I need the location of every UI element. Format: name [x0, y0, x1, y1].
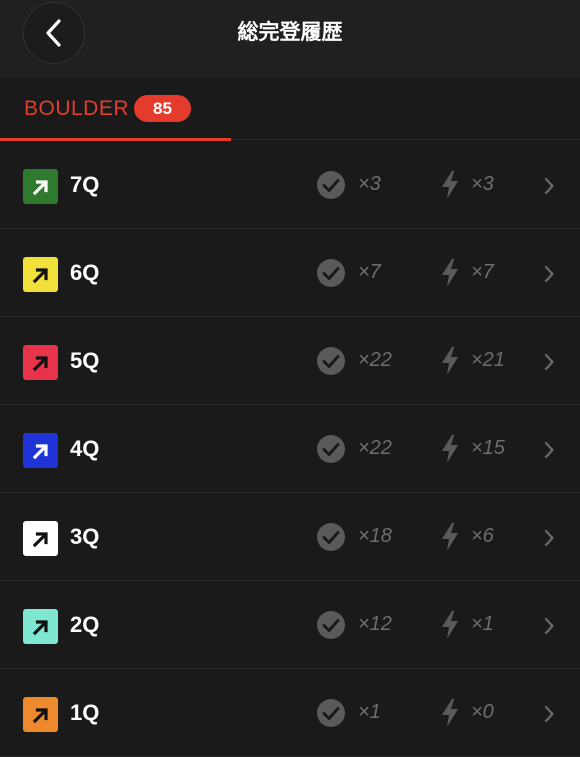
flash-count: ×15 [471, 437, 505, 459]
grade-row-3q[interactable]: 3Q ×18 ×6 [0, 493, 580, 581]
chevron-right-icon [544, 529, 554, 547]
grade-label: 5Q [70, 348, 100, 373]
send-count: ×18 [358, 525, 392, 547]
flash-count: ×21 [471, 349, 505, 371]
send-count: ×22 [358, 437, 392, 459]
arrow-up-right-icon [23, 433, 58, 468]
lightning-icon [442, 523, 458, 551]
tab-boulder[interactable]: BOULDER 85 [0, 78, 231, 141]
arrow-up-right-icon [23, 697, 58, 732]
grade-list: 7Q ×3 ×3 6Q ×7 ×7 5Q ×22 ×21 4Q ×22 ×15 … [0, 141, 580, 757]
chevron-right-icon [544, 705, 554, 723]
lightning-icon [442, 347, 458, 375]
chevron-right-icon [544, 265, 554, 283]
arrow-up-right-icon [23, 169, 58, 204]
grade-row-6q[interactable]: 6Q ×7 ×7 [0, 229, 580, 317]
page-title: 総完登履歴 [237, 20, 343, 44]
check-circle-icon [317, 171, 345, 199]
lightning-icon [442, 171, 458, 199]
tab-count-badge: 85 [134, 95, 191, 122]
send-count: ×12 [358, 613, 392, 635]
chevron-right-icon [544, 441, 554, 459]
tab-boulder-label: BOULDER [24, 97, 130, 120]
chevron-right-icon [544, 617, 554, 635]
check-circle-icon [317, 259, 345, 287]
check-circle-icon [317, 699, 345, 727]
grade-row-1q[interactable]: 1Q ×1 ×0 [0, 669, 580, 757]
check-circle-icon [317, 435, 345, 463]
lightning-icon [442, 611, 458, 639]
flash-count: ×1 [471, 613, 494, 635]
grade-label: 6Q [70, 260, 100, 285]
grade-label: 7Q [70, 172, 100, 197]
check-circle-icon [317, 347, 345, 375]
tab-bar: BOULDER 85 [0, 78, 580, 141]
send-count: ×1 [358, 701, 381, 723]
lightning-icon [442, 435, 458, 463]
arrow-up-right-icon [23, 609, 58, 644]
chevron-right-icon [544, 177, 554, 195]
top-bar: 総完登履歴 [0, 0, 580, 78]
grade-label: 2Q [70, 612, 100, 637]
flash-count: ×6 [471, 525, 494, 547]
chevron-right-icon [544, 353, 554, 371]
lightning-icon [442, 699, 458, 727]
grade-label: 4Q [70, 436, 100, 461]
arrow-up-right-icon [23, 521, 58, 556]
arrow-up-right-icon [23, 345, 58, 380]
grade-row-7q[interactable]: 7Q ×3 ×3 [0, 141, 580, 229]
grade-label: 3Q [70, 524, 100, 549]
send-count: ×22 [358, 349, 392, 371]
flash-count: ×0 [471, 701, 494, 723]
send-count: ×7 [358, 261, 381, 283]
send-count: ×3 [358, 173, 381, 195]
grade-label: 1Q [70, 700, 100, 725]
flash-count: ×7 [471, 261, 494, 283]
flash-count: ×3 [471, 173, 494, 195]
lightning-icon [442, 259, 458, 287]
check-circle-icon [317, 611, 345, 639]
grade-row-4q[interactable]: 4Q ×22 ×15 [0, 405, 580, 493]
grade-row-2q[interactable]: 2Q ×12 ×1 [0, 581, 580, 669]
check-circle-icon [317, 523, 345, 551]
grade-row-5q[interactable]: 5Q ×22 ×21 [0, 317, 580, 405]
arrow-up-right-icon [23, 257, 58, 292]
